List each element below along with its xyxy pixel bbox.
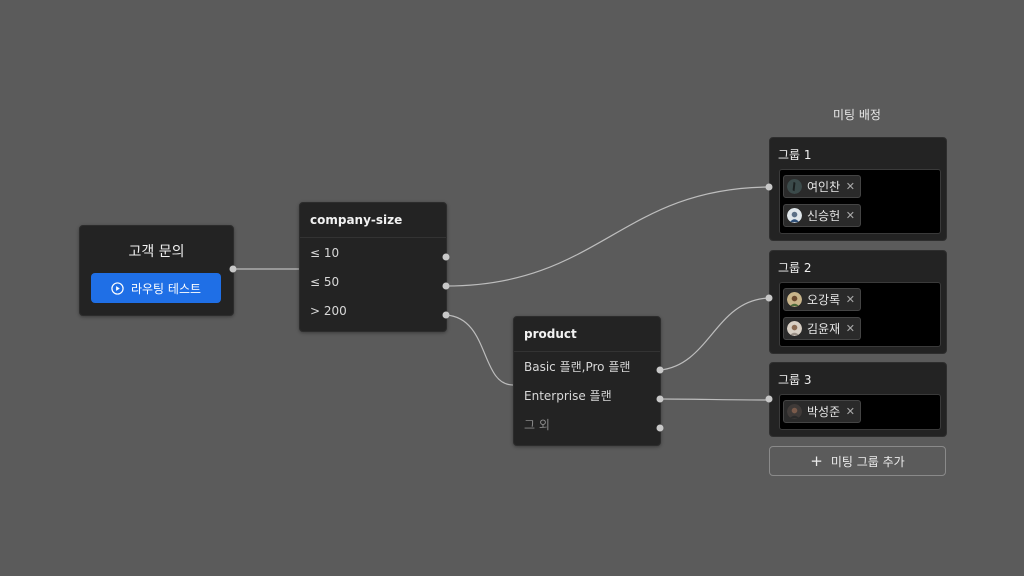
company-size-title: company-size	[300, 203, 446, 238]
member-name: 박성준	[807, 405, 841, 419]
member-name: 오강록	[807, 293, 841, 307]
member-name: 여인찬	[807, 180, 841, 194]
start-node-title: 고객 문의	[128, 244, 185, 260]
member-box[interactable]: 여인찬 ✕ 신승헌 ✕	[779, 169, 941, 234]
group-title: 그룹 2	[778, 261, 812, 275]
start-node[interactable]: 고객 문의 라우팅 테스트	[79, 225, 234, 316]
product-row-other[interactable]: 그 외	[514, 410, 660, 439]
company-size-node[interactable]: company-size ≤ 10 ≤ 50 > 200	[299, 202, 447, 332]
size-le10-port[interactable]	[442, 253, 450, 261]
group-title: 그룹 3	[778, 373, 812, 387]
avatar	[787, 208, 802, 223]
edge-size50-to-group1	[445, 186, 770, 287]
member-box[interactable]: 오강록 ✕ 김윤재 ✕	[779, 282, 941, 347]
member-chip[interactable]: 김윤재 ✕	[783, 317, 861, 340]
edge-size200-to-product	[445, 314, 514, 386]
member-chip[interactable]: 박성준 ✕	[783, 400, 861, 423]
group-title: 그룹 1	[778, 148, 812, 162]
member-name: 신승헌	[807, 209, 841, 223]
meeting-group-2[interactable]: 그룹 2 오강록 ✕ 김윤재 ✕	[769, 250, 947, 354]
routing-test-label: 라우팅 테스트	[130, 281, 202, 296]
add-meeting-group-button[interactable]: + 미팅 그룹 추가	[769, 446, 946, 476]
routing-test-button[interactable]: 라우팅 테스트	[91, 273, 221, 303]
play-circle-icon	[111, 281, 124, 295]
member-name: 김윤재	[807, 322, 841, 336]
plus-icon: +	[810, 451, 823, 470]
avatar	[787, 404, 802, 419]
group-1-input-port[interactable]	[765, 183, 773, 191]
avatar	[787, 292, 802, 307]
group-2-input-port[interactable]	[765, 294, 773, 302]
edge-enterprise-to-group3	[659, 398, 770, 401]
group-3-input-port[interactable]	[765, 395, 773, 403]
close-icon[interactable]: ✕	[846, 405, 855, 418]
product-row-enterprise[interactable]: Enterprise 플랜	[514, 381, 660, 410]
meeting-group-1[interactable]: 그룹 1 여인찬 ✕ 신승헌 ✕	[769, 137, 947, 241]
product-other-port[interactable]	[656, 424, 664, 432]
start-output-port[interactable]	[229, 265, 237, 273]
member-chip[interactable]: 오강록 ✕	[783, 288, 861, 311]
product-enterprise-port[interactable]	[656, 395, 664, 403]
product-title: product	[514, 317, 660, 352]
meeting-assignment-title: 미팅 배정	[833, 108, 881, 122]
product-basic-pro-port[interactable]	[656, 366, 664, 374]
avatar	[787, 179, 802, 194]
size-row-le10[interactable]: ≤ 10	[300, 238, 446, 267]
close-icon[interactable]: ✕	[846, 209, 855, 222]
add-meeting-group-label: 미팅 그룹 추가	[830, 454, 905, 469]
member-chip[interactable]: 신승헌 ✕	[783, 204, 861, 227]
close-icon[interactable]: ✕	[846, 293, 855, 306]
edge-basicpro-to-group2	[659, 297, 770, 371]
product-row-basic-pro[interactable]: Basic 플랜,Pro 플랜	[514, 352, 660, 381]
product-node[interactable]: product Basic 플랜,Pro 플랜 Enterprise 플랜 그 …	[513, 316, 661, 446]
close-icon[interactable]: ✕	[846, 180, 855, 193]
size-row-le50[interactable]: ≤ 50	[300, 267, 446, 296]
size-le50-port[interactable]	[442, 282, 450, 290]
member-chip[interactable]: 여인찬 ✕	[783, 175, 861, 198]
size-gt200-port[interactable]	[442, 311, 450, 319]
avatar	[787, 321, 802, 336]
size-row-gt200[interactable]: > 200	[300, 296, 446, 325]
meeting-group-3[interactable]: 그룹 3 박성준 ✕	[769, 362, 947, 437]
member-box[interactable]: 박성준 ✕	[779, 394, 941, 430]
close-icon[interactable]: ✕	[846, 322, 855, 335]
